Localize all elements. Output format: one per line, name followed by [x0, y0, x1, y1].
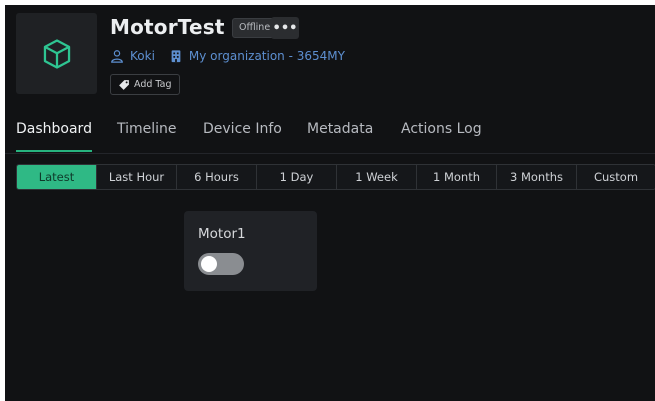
device-page: MotorTest Offline ••• Koki My organizati… [5, 5, 655, 401]
device-title: MotorTest [110, 15, 225, 39]
device-meta: Koki My organization - 3654MY [110, 48, 345, 64]
building-icon [169, 49, 183, 63]
cube-icon [43, 38, 70, 69]
range-custom[interactable]: Custom [577, 165, 655, 189]
range-last-hour[interactable]: Last Hour [97, 165, 177, 189]
range-1-month[interactable]: 1 Month [417, 165, 497, 189]
owner-link[interactable]: Koki [130, 49, 155, 63]
tab-device-info[interactable]: Device Info [203, 121, 282, 151]
tag-icon [119, 79, 129, 90]
range-3-months[interactable]: 3 Months [497, 165, 577, 189]
tab-actions-log[interactable]: Actions Log [401, 121, 482, 151]
user-icon [110, 49, 124, 63]
range-latest[interactable]: Latest [17, 165, 97, 189]
range-6-hours[interactable]: 6 Hours [177, 165, 257, 189]
range-1-day[interactable]: 1 Day [257, 165, 337, 189]
add-tag-label: Add Tag [134, 79, 172, 90]
tab-timeline[interactable]: Timeline [117, 121, 177, 151]
add-tag-button[interactable]: Add Tag [110, 74, 180, 95]
widget-title: Motor1 [198, 226, 246, 242]
tab-dashboard[interactable]: Dashboard [16, 121, 92, 152]
tab-metadata[interactable]: Metadata [307, 121, 373, 151]
motor-toggle[interactable] [198, 253, 244, 275]
range-1-week[interactable]: 1 Week [337, 165, 417, 189]
toggle-knob [201, 256, 217, 272]
time-range-selector: Latest Last Hour 6 Hours 1 Day 1 Week 1 … [16, 164, 655, 190]
tab-bar: Dashboard Timeline Device Info Metadata … [5, 118, 655, 154]
organization-link[interactable]: My organization - 3654MY [189, 49, 345, 63]
more-options-button[interactable]: ••• [271, 17, 299, 39]
device-avatar [16, 13, 97, 94]
switch-widget: Motor1 [184, 211, 317, 291]
